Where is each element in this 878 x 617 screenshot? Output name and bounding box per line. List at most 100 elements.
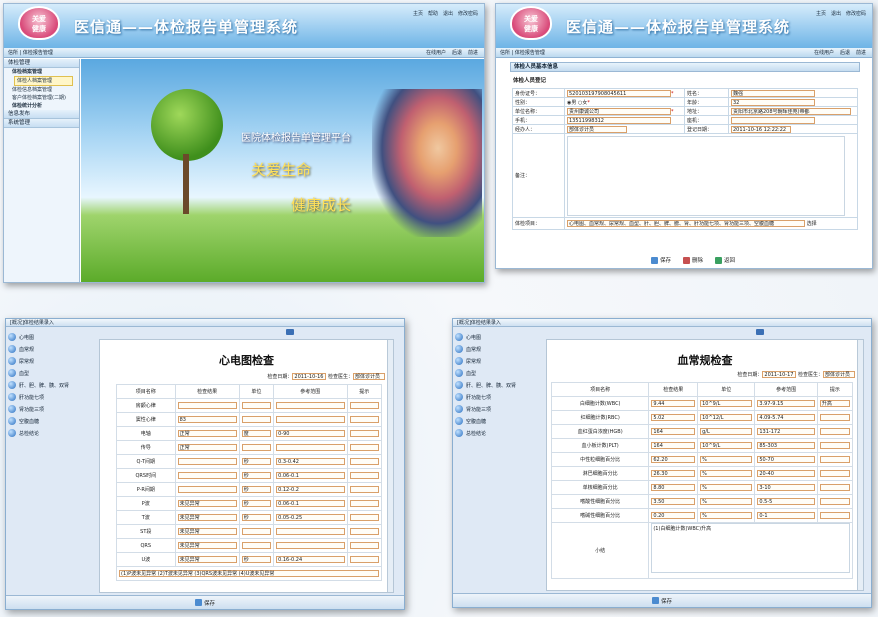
unit-input[interactable]: 10^9/L: [700, 400, 753, 407]
hint-input[interactable]: [349, 486, 379, 493]
back-button[interactable]: 后退: [840, 48, 850, 58]
range-input[interactable]: [276, 416, 345, 423]
result-input[interactable]: 3.50: [651, 498, 696, 505]
forward-button[interactable]: 前进: [468, 48, 478, 58]
range-input[interactable]: 0.5-5: [757, 498, 815, 505]
unit-input[interactable]: 秒: [241, 458, 272, 465]
unit-input[interactable]: 秒: [241, 556, 272, 563]
unit-input[interactable]: %: [700, 470, 753, 477]
result-input[interactable]: 正常: [177, 430, 237, 437]
unit-input[interactable]: 秒: [241, 500, 272, 507]
hint-input[interactable]: [349, 444, 379, 451]
top-link-password[interactable]: 修改密码: [846, 10, 866, 17]
range-input[interactable]: 131-172: [757, 428, 815, 435]
doctor-input[interactable]: 部体诊计员: [823, 371, 855, 378]
nav-ecg[interactable]: 心电图: [8, 331, 74, 343]
result-input[interactable]: 未见异常: [177, 542, 237, 549]
scrollbar[interactable]: [387, 340, 393, 592]
hint-input[interactable]: [819, 484, 850, 491]
sidebar-item-info-archives[interactable]: 体检信息档案管理: [4, 86, 79, 94]
hint-input[interactable]: [349, 556, 379, 563]
range-input[interactable]: 0-90: [276, 430, 345, 437]
nav-kidney-function[interactable]: 肾功能三项: [8, 403, 74, 415]
nav-blood-type[interactable]: 血型: [455, 367, 521, 379]
hint-input[interactable]: [819, 428, 850, 435]
remark-textarea[interactable]: [567, 135, 845, 216]
name-input[interactable]: 魏强: [731, 89, 815, 97]
result-input[interactable]: 未见异常: [177, 514, 237, 521]
id-number-input[interactable]: 520103197908045611: [567, 89, 671, 97]
unit-input[interactable]: [241, 542, 272, 549]
save-button[interactable]: 保存: [651, 597, 672, 605]
exam-items-input[interactable]: 心电图、血常规、尿常规、血型、肝、胆、脾、膀、肾、肝功能七项、肾功能三项、空腹血…: [567, 220, 805, 227]
nav-urine-routine[interactable]: 尿常规: [455, 355, 521, 367]
unit-input[interactable]: 秒: [241, 514, 272, 521]
nav-ecg[interactable]: 心电图: [455, 331, 521, 343]
hint-input[interactable]: [349, 402, 379, 409]
range-input[interactable]: [276, 542, 345, 549]
hint-input[interactable]: [349, 472, 379, 479]
range-input[interactable]: 0.05-0.25: [276, 514, 345, 521]
back-button[interactable]: 后退: [452, 48, 462, 58]
unit-input[interactable]: [241, 402, 272, 409]
company-input[interactable]: 贵州康诚公司: [567, 107, 671, 115]
hint-input[interactable]: [349, 416, 379, 423]
range-input[interactable]: 4.09-5.74: [757, 414, 815, 421]
hint-input[interactable]: [819, 470, 850, 477]
online-users-button[interactable]: 在线用户: [426, 48, 446, 58]
hint-input[interactable]: [349, 542, 379, 549]
nav-ultrasound[interactable]: 肝、胆、脾、胰、双肾: [8, 379, 74, 391]
nav-conclusion[interactable]: 总检结论: [455, 427, 521, 439]
online-users-button[interactable]: 在线用户: [814, 48, 834, 58]
unit-input[interactable]: [241, 444, 272, 451]
unit-input[interactable]: [241, 528, 272, 535]
doctor-input[interactable]: 部体诊计员: [353, 373, 385, 380]
sidebar-section-news[interactable]: 信息发布: [4, 110, 79, 119]
summary-textarea[interactable]: (1)白细胞计数(WBC)升高: [651, 523, 850, 573]
phone-input[interactable]: [731, 116, 815, 124]
range-input[interactable]: 0.12-0.2: [276, 486, 345, 493]
hint-input[interactable]: [819, 414, 850, 421]
return-button[interactable]: 返回: [715, 256, 735, 264]
nav-liver-function[interactable]: 肝功能七项: [455, 391, 521, 403]
result-input[interactable]: 0.20: [651, 512, 696, 519]
nav-blood-routine[interactable]: 血常规: [455, 343, 521, 355]
sidebar-section-exam[interactable]: 体检管理: [4, 59, 79, 68]
result-input[interactable]: 8.80: [651, 484, 696, 491]
sidebar-item-person-archives[interactable]: 体检人档案管理: [14, 76, 73, 86]
collapse-toggle-icon[interactable]: [286, 329, 294, 335]
scrollbar[interactable]: [857, 340, 863, 590]
hint-input[interactable]: [349, 514, 379, 521]
result-input[interactable]: 164: [651, 442, 696, 449]
age-input[interactable]: 32: [731, 98, 815, 106]
nav-urine-routine[interactable]: 尿常规: [8, 355, 74, 367]
unit-input[interactable]: 度: [241, 430, 272, 437]
hint-input[interactable]: [819, 512, 850, 519]
unit-input[interactable]: g/L: [700, 428, 753, 435]
gender-radio-female[interactable]: ○女: [578, 100, 587, 106]
address-input[interactable]: 贵阳市北京路208号朝晖佳苑(帝都: [731, 107, 851, 115]
exam-date-input[interactable]: 2011-10-16: [292, 373, 327, 380]
register-date-input[interactable]: 2011-10-16 12:22:22: [731, 125, 791, 133]
nav-fasting-glucose[interactable]: 空腹血糖: [455, 415, 521, 427]
range-input[interactable]: 0.06-0.1: [276, 500, 345, 507]
result-input[interactable]: [177, 472, 237, 479]
unit-input[interactable]: %: [700, 498, 753, 505]
unit-input[interactable]: 秒: [241, 472, 272, 479]
nav-liver-function[interactable]: 肝功能七项: [8, 391, 74, 403]
top-link-home[interactable]: 主页: [413, 10, 423, 17]
sidebar-item-customer-archives[interactable]: 客户体检档案管理(二期): [4, 94, 79, 102]
nav-ultrasound[interactable]: 肝、胆、脾、胰、双肾: [455, 379, 521, 391]
unit-input[interactable]: [241, 416, 272, 423]
top-link-home[interactable]: 主页: [816, 10, 826, 17]
range-input[interactable]: 0.3-0.42: [276, 458, 345, 465]
result-input[interactable]: 164: [651, 428, 696, 435]
range-input[interactable]: 3.97-9.15: [757, 400, 815, 407]
result-input[interactable]: 未见异常: [177, 528, 237, 535]
hint-input[interactable]: 升高: [819, 400, 850, 407]
range-input[interactable]: 0.16-0.24: [276, 556, 345, 563]
result-input[interactable]: 9.44: [651, 400, 696, 407]
hint-input[interactable]: [349, 528, 379, 535]
gender-radio-male[interactable]: ◉男: [567, 100, 576, 106]
range-input[interactable]: [276, 528, 345, 535]
